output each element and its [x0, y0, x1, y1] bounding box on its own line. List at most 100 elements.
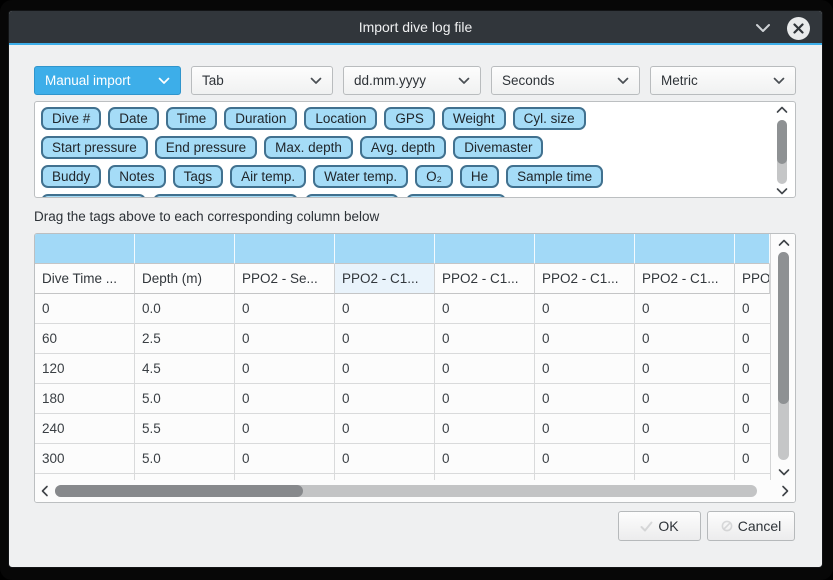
tag-he[interactable]: He — [460, 165, 499, 188]
scroll-up-icon[interactable] — [775, 106, 789, 114]
import-mode-dropdown[interactable]: Manual import — [34, 66, 181, 95]
scroll-right-icon[interactable] — [781, 480, 789, 502]
scroll-down-icon[interactable] — [771, 468, 796, 476]
date-format-dropdown[interactable]: dd.mm.yyyy — [343, 66, 481, 95]
tag-o2[interactable]: O₂ — [415, 165, 453, 188]
table-cell: 5.5 — [135, 414, 235, 444]
chevron-down-icon — [310, 77, 322, 85]
column-header[interactable]: Depth (m) — [135, 264, 235, 294]
chevron-down-icon — [158, 77, 170, 85]
drop-target-cell[interactable] — [435, 234, 535, 264]
screen-background: Import dive log file Manual import Tab d — [0, 0, 833, 580]
table-cell: 0 — [235, 294, 335, 324]
tag-sample-temperature[interactable]: Sample temperature — [153, 194, 297, 198]
table-cell: 0 — [435, 414, 535, 444]
instruction-text: Drag the tags above to each correspondin… — [34, 209, 379, 224]
table-cell: 0 — [735, 324, 770, 354]
scroll-up-icon[interactable] — [771, 239, 796, 247]
scroll-left-icon[interactable] — [41, 480, 49, 502]
column-header[interactable]: PPO2 - C1... — [535, 264, 635, 294]
tag-cyl-size[interactable]: Cyl. size — [513, 107, 586, 130]
field-separator-dropdown[interactable]: Tab — [191, 66, 333, 95]
table-cell: 120 — [35, 354, 135, 384]
table-cell: 5.0 — [135, 384, 235, 414]
table-cell: 0 — [735, 384, 770, 414]
drop-target-cell[interactable] — [35, 234, 135, 264]
column-header[interactable]: PPO2 - C1... — [435, 264, 535, 294]
table-cell: 0 — [235, 384, 335, 414]
column-header[interactable]: PPO2 - C1... — [635, 264, 735, 294]
drop-target-cell[interactable] — [735, 234, 770, 264]
tag-max-depth[interactable]: Max. depth — [264, 136, 353, 159]
duration-format-dropdown[interactable]: Seconds — [491, 66, 640, 95]
table-cell: 0 — [535, 324, 635, 354]
table-cell: 0 — [435, 324, 535, 354]
scrollbar-thumb[interactable] — [778, 252, 789, 404]
tag-end-pressure[interactable]: End pressure — [155, 136, 257, 159]
column-header[interactable]: PPO2 — [735, 264, 770, 294]
scrollbar-thumb[interactable] — [55, 485, 303, 497]
tag-water-temp[interactable]: Water temp. — [313, 165, 408, 188]
table-cell: 0 — [335, 384, 435, 414]
drop-target-cell[interactable] — [335, 234, 435, 264]
table-cell: 0 — [535, 444, 635, 474]
table-cell: 0 — [335, 414, 435, 444]
chevron-down-icon[interactable] — [755, 23, 771, 33]
tag-gps[interactable]: GPS — [384, 107, 435, 130]
cancel-button[interactable]: Cancel — [707, 511, 795, 541]
table-horizontal-scrollbar[interactable] — [35, 480, 795, 502]
units-dropdown[interactable]: Metric — [650, 66, 796, 95]
column-header[interactable]: PPO2 - C1... — [335, 264, 435, 294]
table-cell: 0 — [435, 384, 535, 414]
table-row: 60 2.5 0 0 0 0 0 0 — [35, 324, 770, 354]
tag-sample-depth[interactable]: Sample depth — [41, 194, 146, 198]
table-cell: 2.5 — [135, 324, 235, 354]
table-cell: 5.0 — [135, 444, 235, 474]
tag-time[interactable]: Time — [166, 107, 218, 130]
tag-sample-time[interactable]: Sample time — [506, 165, 603, 188]
table-cell: 0 — [635, 324, 735, 354]
tag-location[interactable]: Location — [304, 107, 377, 130]
tag-sample-cns[interactable]: Sample CNS — [406, 194, 506, 198]
scroll-down-icon[interactable] — [775, 187, 789, 195]
close-button[interactable] — [787, 17, 810, 40]
tag-tags[interactable]: Tags — [173, 165, 224, 188]
table-cell: 0 — [535, 354, 635, 384]
column-header[interactable]: Dive Time ... — [35, 264, 135, 294]
table-cell: 0 — [735, 444, 770, 474]
drop-target-cell[interactable] — [635, 234, 735, 264]
table-cell: 0 — [735, 294, 770, 324]
table-header-row: Dive Time ... Depth (m) PPO2 - Se... PPO… — [35, 264, 770, 294]
table-row: 240 5.5 0 0 0 0 0 0 — [35, 414, 770, 444]
table-cell: 0 — [335, 444, 435, 474]
tag-start-pressure[interactable]: Start pressure — [41, 136, 148, 159]
column-header[interactable]: PPO2 - Se... — [235, 264, 335, 294]
tag-buddy[interactable]: Buddy — [41, 165, 101, 188]
tag-date[interactable]: Date — [108, 107, 159, 130]
window-title: Import dive log file — [9, 19, 822, 35]
tag-sample-po2[interactable]: Sample pO₂ — [305, 194, 400, 198]
drop-target-cell[interactable] — [535, 234, 635, 264]
tag-notes[interactable]: Notes — [108, 165, 165, 188]
tag-dive-number[interactable]: Dive # — [41, 107, 101, 130]
tag-duration[interactable]: Duration — [224, 107, 297, 130]
drop-target-cell[interactable] — [135, 234, 235, 264]
tag-divemaster[interactable]: Divemaster — [453, 136, 543, 159]
tag-avg-depth[interactable]: Avg. depth — [360, 136, 446, 159]
drop-target-cell[interactable] — [235, 234, 335, 264]
table-row: 120 4.5 0 0 0 0 0 0 — [35, 354, 770, 384]
titlebar[interactable]: Import dive log file — [9, 11, 822, 45]
table-cell: 0 — [235, 354, 335, 384]
table-cell: 0 — [635, 294, 735, 324]
tag-air-temp[interactable]: Air temp. — [230, 165, 306, 188]
tag-weight[interactable]: Weight — [442, 107, 506, 130]
ok-button[interactable]: OK — [618, 511, 701, 541]
scrollbar-thumb[interactable] — [777, 120, 787, 164]
table-cell: 0 — [335, 294, 435, 324]
cancel-icon — [721, 520, 733, 532]
table-vertical-scrollbar[interactable] — [770, 234, 795, 480]
tag-pool-scrollbar[interactable] — [774, 106, 790, 195]
table-cell: 0 — [535, 384, 635, 414]
tag-drop-row — [35, 234, 770, 264]
table-cell: 0 — [435, 294, 535, 324]
